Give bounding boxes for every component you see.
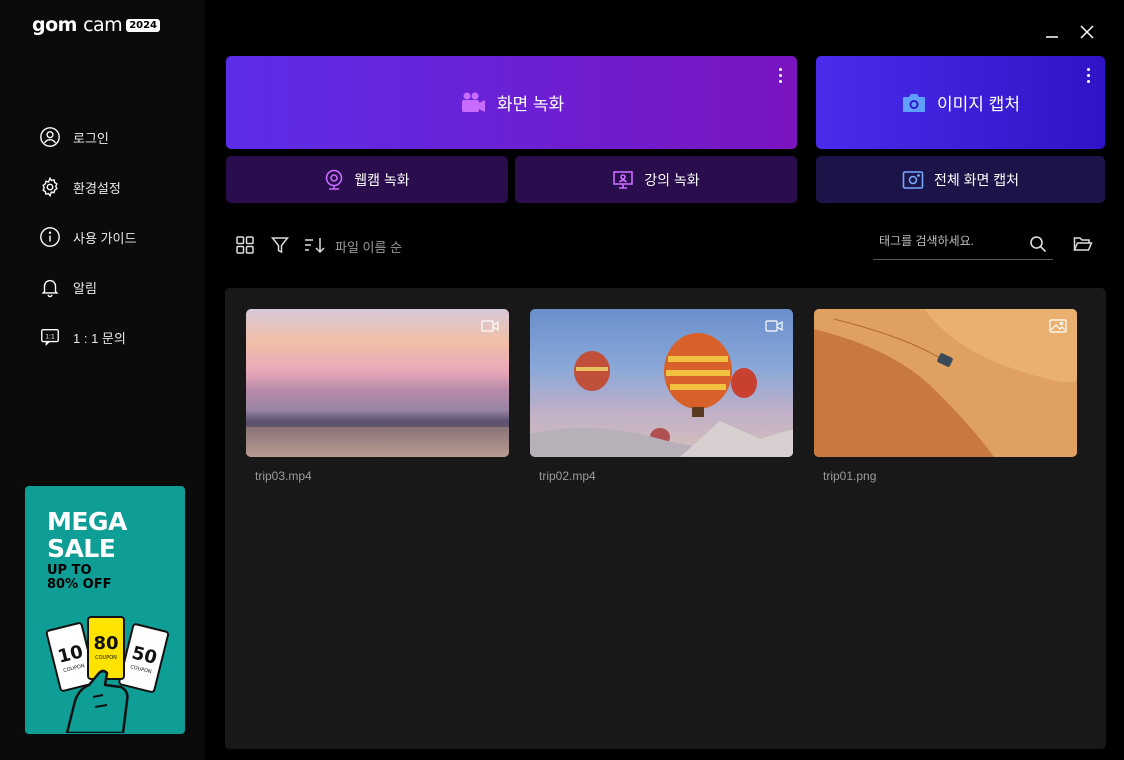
minimize-icon[interactable]: [1042, 22, 1062, 42]
file-name: trip02.mp4: [539, 469, 596, 483]
file-name: trip03.mp4: [255, 469, 312, 483]
folder-open-icon[interactable]: [1073, 235, 1093, 253]
logo-year-badge: 2024: [126, 18, 161, 32]
sort-label[interactable]: 파일 이름 순: [335, 237, 402, 256]
promo-banner[interactable]: MEGA SALE UP TO 80% OFF 10 COUPON 50 COU…: [25, 486, 185, 734]
sort-icon[interactable]: [304, 235, 328, 255]
video-icon: [765, 320, 783, 332]
tag-search-box: [873, 228, 1053, 260]
info-icon: [40, 227, 60, 247]
screen-record-button[interactable]: 화면 녹화: [226, 56, 797, 149]
gear-icon: [42, 176, 58, 198]
file-thumbnail[interactable]: [530, 309, 793, 457]
lecture-record-button[interactable]: 강의 녹화: [515, 156, 797, 203]
full-screen-capture-button[interactable]: 전체 화면 캡처: [816, 156, 1105, 203]
sidebar-item-settings[interactable]: 환경설정: [39, 162, 136, 212]
file-card[interactable]: trip03.mp4: [246, 309, 509, 483]
sidebar: gom cam 2024 로그인 환경설정 사용 가이드 알림 1:1 1 : …: [0, 0, 205, 760]
webcam-icon: [325, 169, 343, 190]
search-icon[interactable]: [1029, 235, 1047, 253]
webcam-record-label: 웹캠 녹화: [354, 171, 410, 188]
user-circle-icon: [40, 127, 60, 147]
more-options-icon[interactable]: [777, 68, 783, 88]
chat-1to1-icon: 1:1: [41, 328, 59, 346]
lecture-record-label: 강의 녹화: [644, 171, 700, 188]
sidebar-item-notifications[interactable]: 알림: [39, 262, 136, 312]
tag-search-input[interactable]: [879, 234, 1019, 248]
promo-title: MEGA SALE: [47, 507, 127, 563]
sidebar-item-label: 환경설정: [73, 180, 121, 196]
svg-text:1:1: 1:1: [45, 333, 55, 340]
screen-record-label: 화면 녹화: [496, 95, 565, 114]
sidebar-item-label: 사용 가이드: [73, 230, 137, 246]
file-card[interactable]: trip02.mp4: [530, 309, 793, 483]
file-card[interactable]: trip01.png: [814, 309, 1077, 483]
sidebar-menu: 로그인 환경설정 사용 가이드 알림 1:1 1 : 1 문의: [39, 112, 136, 362]
sidebar-item-login[interactable]: 로그인: [39, 112, 136, 162]
promo-subtitle: UP TO 80% OFF: [47, 563, 112, 592]
sidebar-item-label: 1 : 1 문의: [73, 330, 126, 346]
file-thumbnail[interactable]: [814, 309, 1077, 457]
video-icon: [481, 320, 499, 332]
image-icon: [1049, 319, 1067, 333]
file-thumbnail[interactable]: [246, 309, 509, 457]
balloons-illustration: [530, 333, 793, 457]
presentation-icon: [613, 170, 634, 189]
coupon-hand-illustration: 10 COUPON 50 COUPON 80 COUPON: [45, 616, 169, 733]
sidebar-item-inquiry[interactable]: 1:1 1 : 1 문의: [39, 312, 136, 362]
filter-icon[interactable]: [270, 235, 290, 255]
camera-icon: [903, 93, 926, 112]
app-logo: gom cam 2024: [32, 14, 161, 36]
bell-icon: [41, 279, 59, 298]
desert-illustration: [814, 309, 1077, 457]
coupon-word: COUPON: [95, 655, 117, 661]
sidebar-item-label: 알림: [73, 280, 97, 296]
webcam-record-button[interactable]: 웹캠 녹화: [226, 156, 508, 203]
logo-text: gom cam: [32, 14, 123, 36]
sidebar-item-guide[interactable]: 사용 가이드: [39, 212, 136, 262]
file-name: trip01.png: [823, 469, 877, 483]
more-options-icon[interactable]: [1085, 68, 1091, 88]
coupon-value: 80: [93, 633, 118, 654]
sidebar-item-label: 로그인: [73, 130, 109, 146]
image-capture-label: 이미지 캡처: [937, 95, 1020, 114]
image-capture-button[interactable]: 이미지 캡처: [816, 56, 1105, 149]
full-screen-capture-label: 전체 화면 캡처: [933, 171, 1020, 188]
grid-view-icon[interactable]: [235, 235, 255, 255]
close-icon[interactable]: [1077, 22, 1097, 42]
file-grid: trip03.mp4 trip02.mp4 trip01.png: [225, 288, 1106, 749]
screen-camera-icon: [902, 170, 924, 189]
video-camera-icon: [461, 92, 485, 112]
